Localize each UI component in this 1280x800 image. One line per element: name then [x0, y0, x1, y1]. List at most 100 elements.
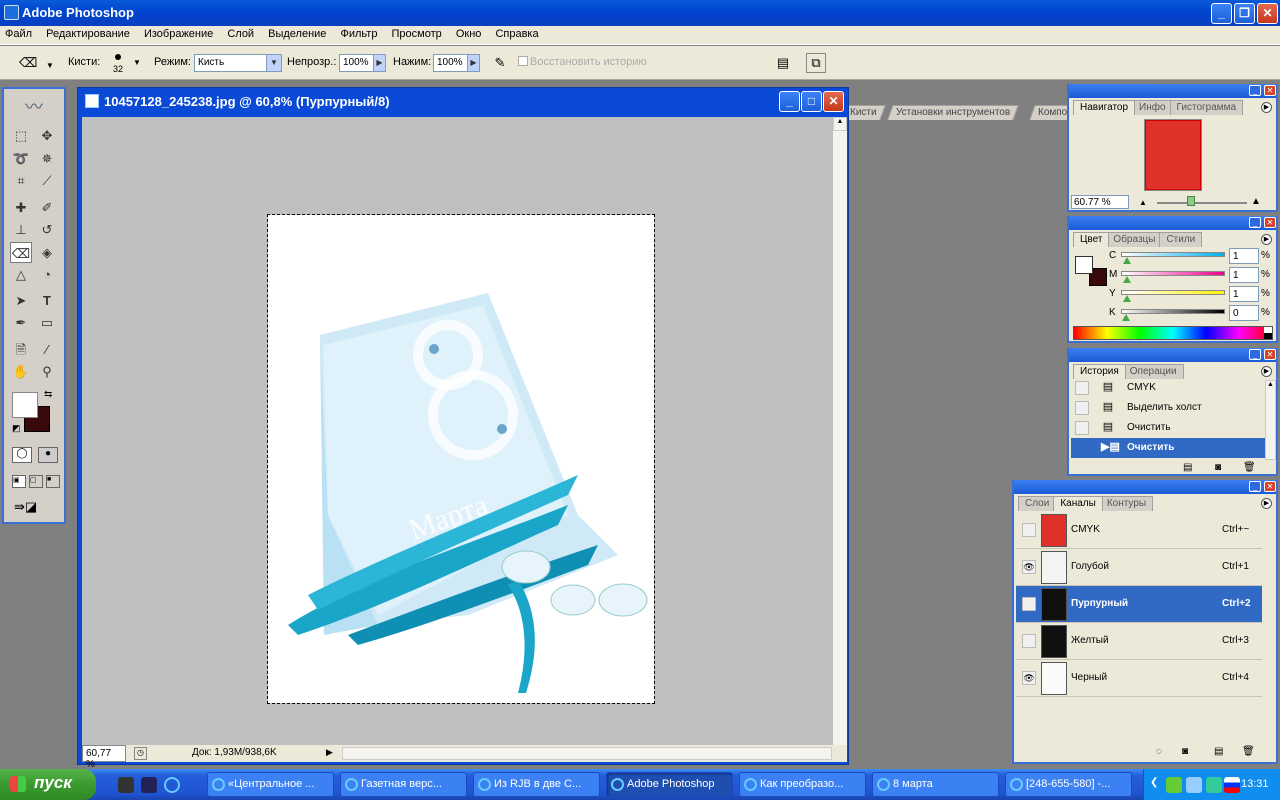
minimize-icon[interactable]: _: [1249, 481, 1261, 492]
hand-tool-icon[interactable]: ✋: [10, 361, 32, 382]
navigator-thumbnail[interactable]: [1144, 119, 1202, 191]
brush-tool-icon[interactable]: ✐: [36, 197, 58, 218]
opacity-field[interactable]: 100% ▶: [339, 54, 386, 72]
close-button[interactable]: ✕: [1257, 3, 1278, 24]
taskbar-button[interactable]: Газетная верс...: [340, 772, 467, 797]
tray-app-icon[interactable]: [1206, 777, 1222, 793]
magic-wand-tool-icon[interactable]: ✵: [36, 148, 58, 169]
tab-paths[interactable]: Контуры: [1099, 496, 1154, 511]
channel-row[interactable]: 👁 Черный Ctrl+4: [1016, 660, 1262, 697]
zoom-field[interactable]: 60,77 %: [82, 745, 126, 770]
status-menu-arrow-icon[interactable]: ▶: [326, 747, 333, 758]
new-document-from-state-icon[interactable]: ▤: [1183, 462, 1192, 473]
paint-bucket-tool-icon[interactable]: ◈: [36, 242, 58, 263]
screen-mode-full-icon[interactable]: ■: [46, 475, 60, 488]
type-tool-icon[interactable]: T: [36, 290, 58, 311]
eraser-preset-icon[interactable]: ⌫: [18, 53, 38, 73]
brush-picker[interactable]: 32 ▼: [113, 54, 143, 78]
quick-mask-icon[interactable]: ●: [38, 447, 58, 463]
feather-logo-icon[interactable]: 〰: [6, 93, 62, 117]
stamp-tool-icon[interactable]: ⊥: [10, 219, 32, 240]
palette-menu-icon[interactable]: ▶: [1261, 102, 1272, 113]
doc-minimize-button[interactable]: _: [779, 91, 800, 112]
history-item[interactable]: ▤ CMYK: [1071, 380, 1265, 398]
history-item[interactable]: ▶▤ Очистить: [1071, 438, 1265, 458]
blur-tool-icon[interactable]: △: [10, 264, 32, 285]
channel-row[interactable]: Пурпурный Ctrl+2: [1016, 586, 1262, 623]
palette-menu-icon[interactable]: ▶: [1261, 498, 1272, 509]
slider-thumb-icon[interactable]: [1123, 276, 1131, 283]
restore-history-checkbox[interactable]: Восстановить историю: [518, 56, 647, 68]
menu-file[interactable]: Файл: [0, 26, 38, 40]
color-ramp[interactable]: [1073, 326, 1273, 340]
ie-quicklaunch-icon[interactable]: [164, 777, 180, 793]
tray-app-icon[interactable]: [1166, 777, 1182, 793]
tab-actions[interactable]: Операции: [1122, 364, 1184, 379]
canvas-area[interactable]: Марта: [82, 117, 833, 745]
foreground-color-swatch[interactable]: [1075, 256, 1093, 274]
restore-button[interactable]: ❐: [1234, 3, 1255, 24]
slider-thumb-icon[interactable]: [1122, 314, 1130, 321]
network-icon[interactable]: [1186, 777, 1202, 793]
tab-channels[interactable]: Каналы: [1053, 496, 1103, 511]
jump-to-imageready-icon[interactable]: ⇛◪: [14, 499, 56, 517]
flow-field[interactable]: 100% ▶: [433, 54, 480, 72]
color-slider-row[interactable]: C 1%: [1109, 248, 1270, 266]
channel-row[interactable]: Желтый Ctrl+3: [1016, 623, 1262, 660]
mode-select[interactable]: Кисть ▼: [194, 54, 282, 72]
tab-info[interactable]: Инфо: [1132, 100, 1173, 115]
color-slider-track[interactable]: [1121, 309, 1225, 314]
zoom-slider-thumb[interactable]: [1187, 196, 1195, 206]
taskbar-button[interactable]: 8 марта: [872, 772, 999, 797]
horizontal-scrollbar[interactable]: [342, 747, 832, 760]
tab-navigator[interactable]: Навигатор: [1073, 100, 1136, 115]
palette-header[interactable]: _ ✕: [1069, 348, 1276, 362]
tab-swatches[interactable]: Образцы: [1106, 232, 1163, 247]
chevron-right-icon[interactable]: ▶: [467, 55, 479, 71]
palette-header[interactable]: _ ✕: [1014, 480, 1276, 494]
palette-menu-icon[interactable]: ▶: [1261, 366, 1272, 377]
palette-toggle-icon[interactable]: ⧉: [806, 53, 826, 73]
slider-thumb-icon[interactable]: [1123, 257, 1131, 264]
lasso-tool-icon[interactable]: ➰: [10, 148, 32, 169]
color-value-field[interactable]: 1: [1229, 267, 1259, 283]
save-selection-icon[interactable]: ◙: [1182, 746, 1188, 757]
minimize-icon[interactable]: _: [1249, 349, 1261, 360]
scroll-up-icon[interactable]: ▲: [833, 117, 847, 131]
doc-close-button[interactable]: ✕: [823, 91, 844, 112]
load-selection-icon[interactable]: ◌: [1156, 746, 1162, 757]
menu-window[interactable]: Окно: [451, 26, 488, 40]
path-selection-tool-icon[interactable]: ➤: [10, 290, 32, 311]
color-slider-track[interactable]: [1121, 252, 1225, 257]
minimize-button[interactable]: _: [1211, 3, 1232, 24]
notes-tool-icon[interactable]: 🗎: [10, 339, 32, 360]
navigator-zoom-field[interactable]: 60.77 %: [1071, 195, 1129, 209]
menu-filter[interactable]: Фильтр: [336, 26, 384, 40]
trash-icon[interactable]: 🗑: [1243, 462, 1256, 473]
palette-header[interactable]: _ ✕: [1069, 84, 1276, 98]
tray-expand-icon[interactable]: ❮: [1150, 777, 1158, 788]
menu-layer[interactable]: Слой: [222, 26, 260, 40]
status-info-icon[interactable]: ◷: [134, 747, 147, 760]
rectangle-tool-icon[interactable]: ▭: [36, 312, 58, 333]
taskbar-button[interactable]: Из RJB в две С...: [473, 772, 600, 797]
menu-image[interactable]: Изображение: [139, 26, 219, 40]
zoom-tool-icon[interactable]: ⚲: [36, 361, 58, 382]
color-slider-track[interactable]: [1121, 271, 1225, 276]
minimize-icon[interactable]: _: [1249, 217, 1261, 228]
start-button[interactable]: пуск: [0, 769, 96, 800]
history-brush-tool-icon[interactable]: ↺: [36, 219, 58, 240]
color-value-field[interactable]: 1: [1229, 286, 1259, 302]
history-scrollbar[interactable]: ▲: [1265, 380, 1276, 460]
swap-colors-icon[interactable]: ⇆: [44, 389, 52, 400]
channel-row[interactable]: 👁 Голубой Ctrl+1: [1016, 549, 1262, 586]
menu-help[interactable]: Справка: [490, 26, 544, 40]
preset-dropdown-arrow[interactable]: ▼: [46, 61, 54, 70]
eye-icon[interactable]: [1022, 597, 1036, 611]
standard-mode-icon[interactable]: ◯: [12, 447, 32, 463]
palette-header[interactable]: _ ✕: [1069, 216, 1276, 230]
crop-tool-icon[interactable]: ⌗: [10, 170, 32, 191]
tab-histogram[interactable]: Гистограмма: [1169, 100, 1244, 115]
minimize-icon[interactable]: _: [1249, 85, 1261, 96]
slice-tool-icon[interactable]: ⟋: [36, 170, 58, 191]
